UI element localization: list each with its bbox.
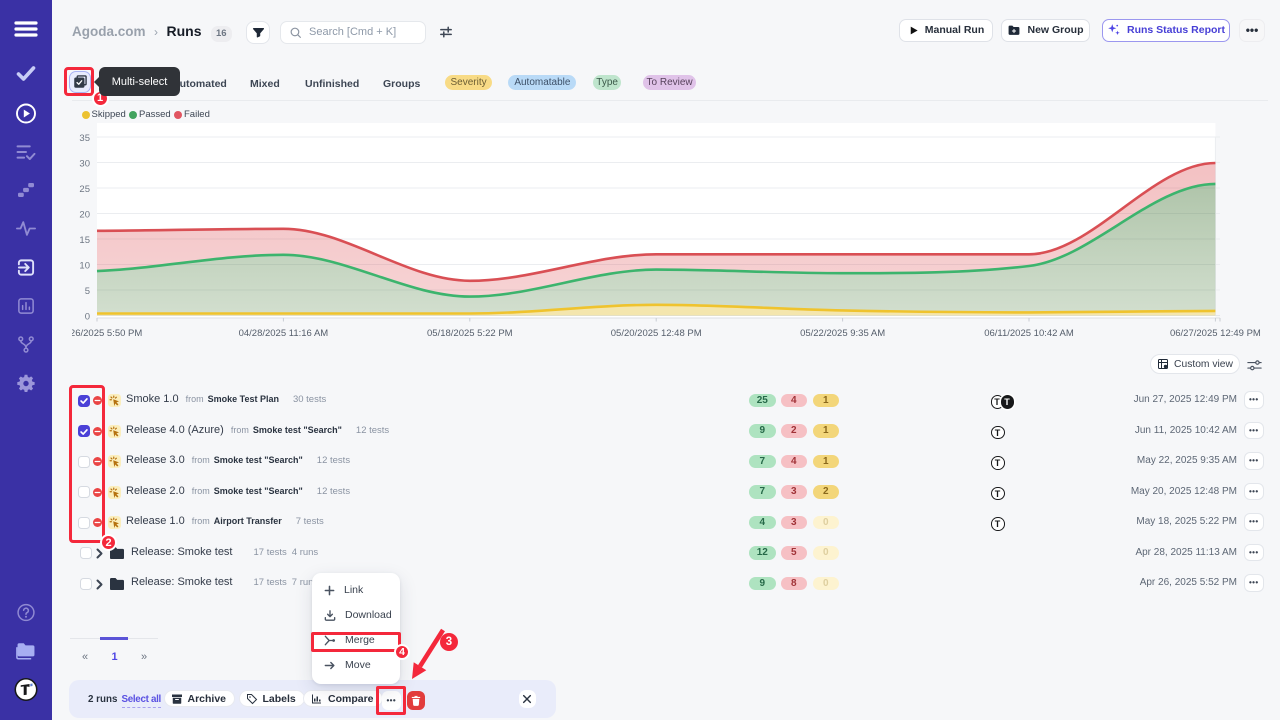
svg-text:5: 5 (85, 286, 90, 297)
svg-text:0: 0 (85, 311, 90, 322)
svg-text:10: 10 (79, 260, 90, 271)
svg-text:06/27/2025 12:49 PM: 06/27/2025 12:49 PM (1170, 328, 1261, 337)
svg-text:30: 30 (79, 158, 90, 169)
svg-text:25: 25 (79, 184, 90, 195)
svg-text:05/20/2025 12:48 PM: 05/20/2025 12:48 PM (611, 328, 702, 337)
svg-text:15: 15 (79, 235, 90, 246)
svg-text:04/26/2025 5:50 PM: 04/26/2025 5:50 PM (72, 328, 142, 337)
svg-text:06/11/2025 10:42 AM: 06/11/2025 10:42 AM (984, 328, 1074, 337)
svg-text:04/28/2025 11:16 AM: 04/28/2025 11:16 AM (239, 328, 329, 337)
svg-text:05/18/2025 5:22 PM: 05/18/2025 5:22 PM (427, 328, 513, 337)
svg-text:35: 35 (79, 133, 90, 144)
svg-text:05/22/2025 9:35 AM: 05/22/2025 9:35 AM (800, 328, 885, 337)
svg-text:20: 20 (79, 209, 90, 220)
